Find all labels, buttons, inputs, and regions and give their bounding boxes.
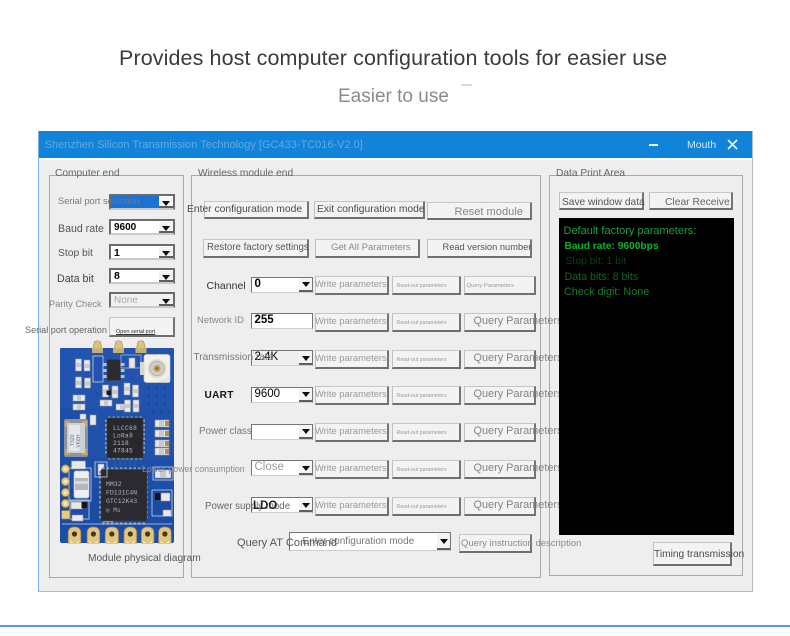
svg-text:GTC12K43: GTC12K43 bbox=[106, 498, 137, 505]
svg-text:◎ Ms: ◎ Ms bbox=[106, 507, 121, 514]
svg-text:.VK6H: .VK6H bbox=[76, 434, 82, 449]
svg-text:FD131C4N: FD131C4N bbox=[106, 490, 137, 497]
svg-text:47845: 47845 bbox=[113, 448, 133, 455]
svg-text:MM32: MM32 bbox=[106, 481, 122, 488]
svg-text:2118: 2118 bbox=[113, 440, 129, 447]
svg-text:LLCC68: LLCC68 bbox=[113, 425, 137, 432]
svg-text:LoRa®: LoRa® bbox=[113, 433, 133, 440]
